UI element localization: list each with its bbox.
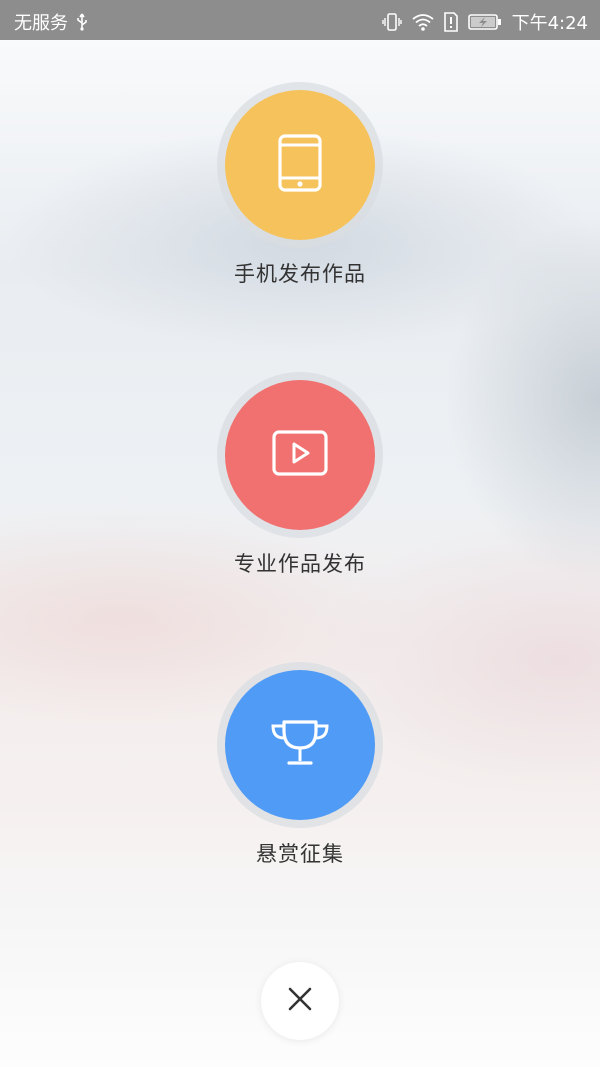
pro-publish-button-ring[interactable] <box>217 372 383 538</box>
battery-charging-icon <box>467 13 502 31</box>
usb-icon <box>76 13 88 31</box>
carrier-text: 无服务 <box>14 13 68 34</box>
video-play-icon <box>272 430 328 480</box>
close-icon <box>287 986 313 1016</box>
clock-text: 下午4:24 <box>511 13 588 34</box>
phone-icon <box>278 134 322 196</box>
close-button[interactable] <box>261 962 339 1040</box>
vibrate-icon <box>381 12 402 32</box>
pro-publish-action[interactable]: 专业作品发布 <box>0 372 600 578</box>
status-left: 无服务 <box>14 9 88 35</box>
phone-publish-label: 手机发布作品 <box>234 262 366 286</box>
phone-publish-action[interactable]: 手机发布作品 <box>0 82 600 288</box>
phone-publish-button[interactable] <box>225 90 375 240</box>
bounty-label: 悬赏征集 <box>256 842 344 866</box>
sim-alert-icon <box>443 12 458 32</box>
status-right: 下午4:24 <box>381 9 588 35</box>
trophy-icon <box>269 719 331 771</box>
phone-publish-button-ring[interactable] <box>217 82 383 248</box>
pro-publish-button[interactable] <box>225 380 375 530</box>
wifi-icon <box>412 13 434 31</box>
pro-publish-label: 专业作品发布 <box>234 552 366 576</box>
bounty-button[interactable] <box>225 670 375 820</box>
bounty-action[interactable]: 悬赏征集 <box>0 662 600 868</box>
bounty-button-ring[interactable] <box>217 662 383 828</box>
status-bar: 无服务 下午4:24 <box>0 0 600 40</box>
